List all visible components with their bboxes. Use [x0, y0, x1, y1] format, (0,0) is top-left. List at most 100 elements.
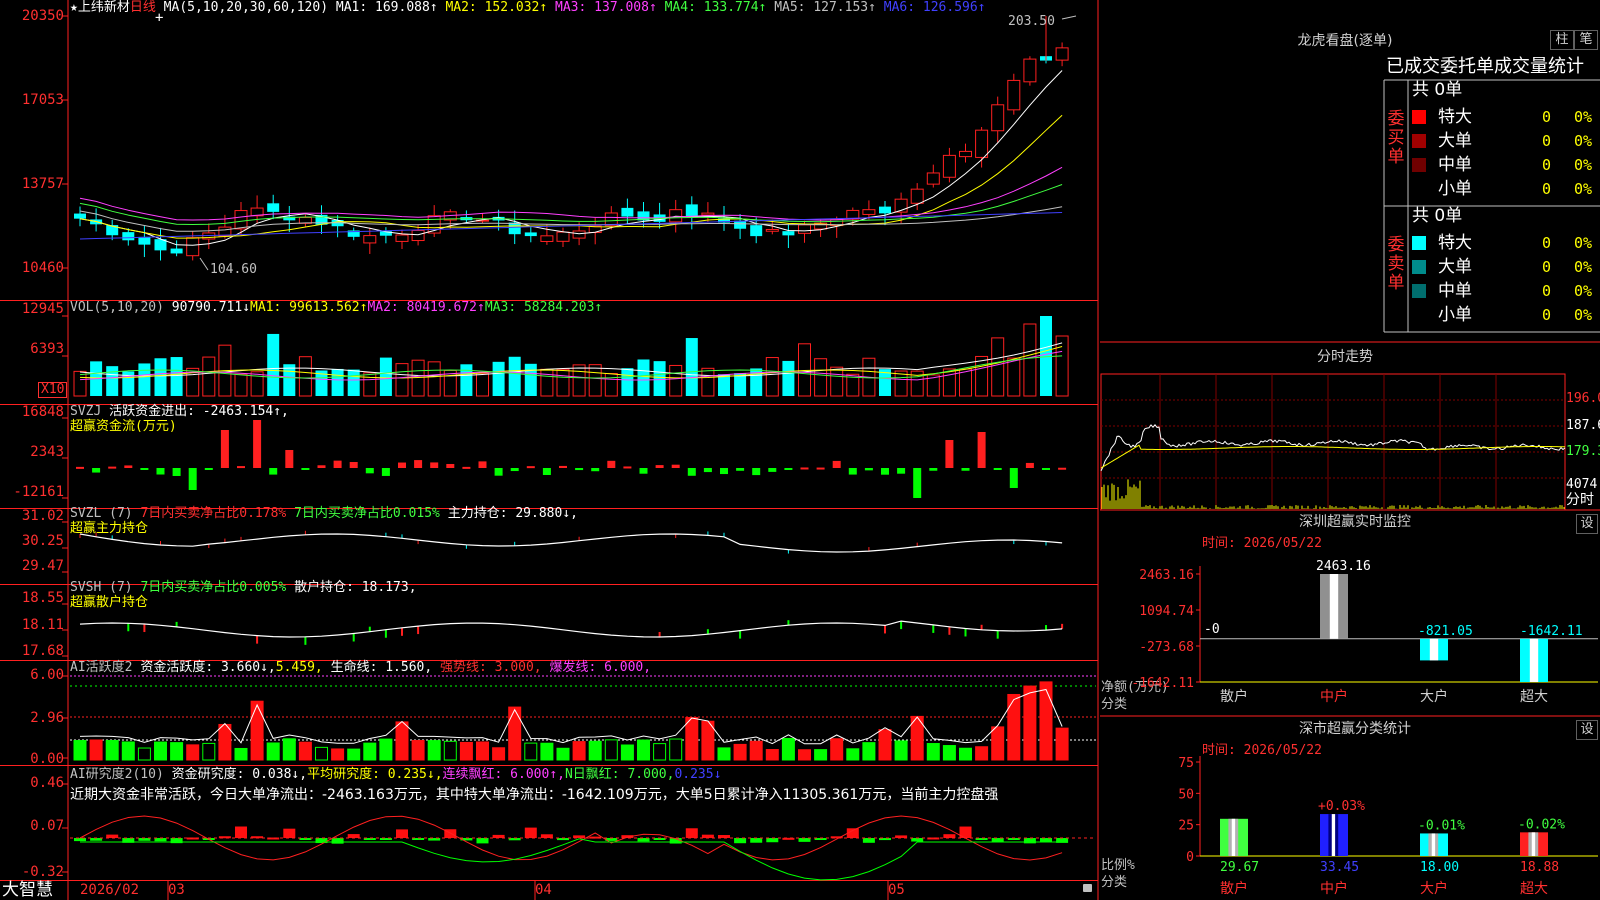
lock-icon[interactable] [1083, 884, 1092, 892]
intraday-price-label: 196.0 [1566, 391, 1600, 406]
sz-class-axis-label: 50 [1178, 787, 1194, 802]
buy-row-name: 大单 [1438, 131, 1472, 151]
fund-flow-bar [494, 468, 503, 476]
activity-bar [234, 747, 248, 761]
volume-bar [782, 360, 795, 396]
sz-monitor-settings-button[interactable]: 设 [1576, 514, 1598, 534]
ai-active-axis-label: 0.00 [30, 751, 64, 767]
volume-bar [508, 356, 521, 396]
activity-bar [942, 745, 956, 761]
activity-bar [894, 740, 908, 761]
intraday-frame [1100, 373, 1566, 511]
vol-unit-badge[interactable]: X10 [38, 382, 68, 398]
sz-monitor-category-label: 超大 [1520, 689, 1548, 705]
candle-up [1055, 47, 1069, 61]
fund-flow-bar [237, 466, 245, 469]
candle-down [879, 206, 891, 214]
fund-flow-bar [526, 466, 535, 469]
volume-bar [202, 356, 216, 397]
sz-monitor-category-label: 散户 [1220, 688, 1248, 705]
activity-bar [830, 738, 844, 761]
sz-class-value-label: 33.45 [1320, 860, 1359, 875]
sz-class-time: 时间: 2026/05/22 [1202, 743, 1322, 758]
activity-bar [814, 749, 828, 761]
ai-research-item1: 资金研究度: 0.038↓, [171, 767, 308, 782]
volume-bar [814, 358, 828, 397]
intraday-avg-line [1100, 444, 1566, 469]
activity-bar [154, 741, 167, 761]
fund-flow-bar [848, 468, 857, 475]
volume-bar [604, 373, 618, 397]
vol-header: VOL(5,10,20) 90790.711↓MA1: 99613.562↑MA… [70, 300, 602, 316]
ai-research-item2: 平均研究度: 0.235↓, [307, 767, 443, 782]
buy-row-pct: 0% [1574, 180, 1593, 198]
volume-bar [460, 364, 473, 396]
main-header: ★上纬新材日线 MA(5,10,20,30,60,120) MA1: 169.0… [70, 0, 986, 16]
fund-flow-bar [607, 460, 616, 468]
fund-flow-bar [929, 468, 938, 471]
volume-bar [106, 366, 119, 396]
vol-label: VOL(5,10,20) [70, 300, 164, 315]
volume-bar [138, 363, 151, 396]
buy-row-count: 0 [1542, 108, 1552, 126]
sz-class-bar-highlight [1531, 832, 1536, 856]
activity-bar [1055, 727, 1069, 761]
volume-bar [572, 364, 586, 397]
sell-color-swatch [1412, 284, 1426, 298]
volume-bar [347, 369, 360, 396]
buy-side-label: 委买单 [1387, 109, 1405, 167]
sz-class-bar-highlight [1231, 818, 1236, 856]
buy-row-pct: 0% [1574, 108, 1593, 126]
candle-up [604, 212, 618, 227]
research-bar [911, 838, 924, 842]
research-bar [235, 826, 247, 838]
sz-monitor-axis-label: -273.68 [1139, 640, 1194, 655]
fund-flow-bar [784, 468, 793, 470]
research-bar [396, 829, 408, 838]
sz-monitor-value-label: 2463.16 [1316, 559, 1371, 574]
volume-bar [991, 337, 1005, 397]
fund-flow-bar [655, 465, 664, 468]
fund-flow-bar [1025, 462, 1034, 468]
sz-class-settings-button[interactable]: 设 [1576, 720, 1598, 740]
retail-holding-line [79, 620, 1063, 638]
activity-bar [186, 744, 200, 761]
svzl-subtitle: 超赢主力持仓 [70, 521, 149, 536]
sz-monitor-category-label: 大户 [1420, 688, 1448, 705]
sz-class-bar-highlight [1328, 814, 1339, 856]
intraday-unit[interactable]: 分时 [1566, 492, 1594, 508]
bar-mode-button[interactable]: 柱 [1550, 30, 1574, 50]
stock-name[interactable]: ★上纬新材 [70, 0, 130, 15]
svzj-axis-label: 16848 [21, 404, 64, 420]
activity-bar [604, 739, 618, 761]
candle-up [991, 104, 1005, 132]
pen-mode-button[interactable]: 笔 [1574, 30, 1598, 50]
ai-active-axis-label: 2.96 [30, 710, 64, 726]
sz-monitor-bar [1320, 574, 1348, 639]
ai-active-item2: 5.459, [275, 660, 323, 675]
fund-flow-bar [140, 468, 149, 470]
buy-row-name: 小单 [1438, 179, 1472, 199]
activity-bar [1007, 693, 1021, 761]
candle-down [685, 204, 698, 217]
activity-bar [749, 740, 763, 761]
volume-bar [701, 367, 715, 397]
activity-bar [121, 741, 135, 761]
candle-up [669, 209, 683, 223]
fund-flow-bar [671, 464, 680, 468]
sz-class-category-label: 散户 [1220, 880, 1248, 897]
main-chart-area[interactable] [0, 0, 1100, 900]
svsh-axis-label: 17.68 [21, 643, 64, 659]
sz-monitor-bar [1420, 638, 1448, 661]
fund-flow-bar [108, 466, 117, 469]
buy-row: 大单 0 0% [1410, 130, 1598, 152]
volume-bar [267, 333, 280, 396]
vol-ma3: MA3: 58284.203↑ [484, 300, 603, 315]
volume-bar [395, 363, 409, 397]
date-label: 03 [168, 882, 185, 898]
period-label[interactable]: 日线 [130, 0, 156, 15]
sell-row: 特大 0 0% [1410, 232, 1598, 254]
activity-bar [1023, 685, 1037, 761]
activity-bar [476, 741, 489, 761]
volume-bar [298, 356, 312, 397]
